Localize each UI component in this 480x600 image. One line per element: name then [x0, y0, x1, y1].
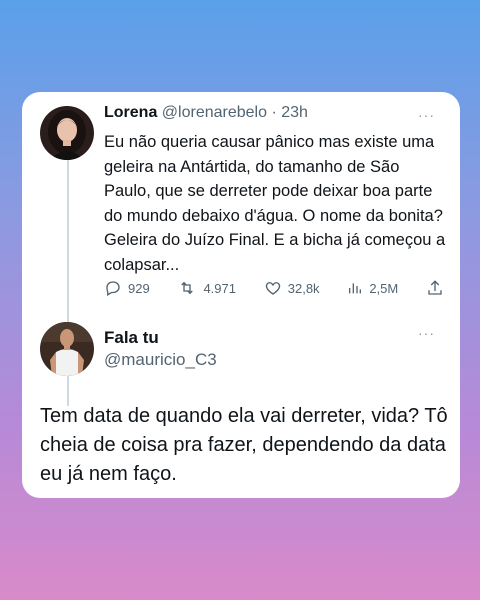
tweet-card: Lorena @lorenarebelo · 23h ··· Eu não qu…	[22, 92, 460, 498]
tweet-actions: 929 4.971 32,8k 2,5M	[104, 278, 444, 298]
heart-icon	[264, 279, 282, 297]
share-button[interactable]	[426, 279, 444, 297]
reply-icon	[104, 279, 122, 297]
display-name[interactable]: Lorena	[104, 104, 157, 121]
user-handle[interactable]: @lorenarebelo	[162, 104, 267, 121]
display-name-text: Fala tu	[104, 328, 159, 347]
avatar[interactable]	[40, 322, 94, 376]
tweet-text: Tem data de quando ela vai derreter, vid…	[40, 405, 448, 485]
like-button[interactable]: 32,8k	[264, 279, 320, 297]
separator: ·	[271, 104, 277, 121]
timestamp[interactable]: 23h	[281, 104, 308, 121]
reply-count: 929	[128, 280, 150, 296]
display-name[interactable]: Fala tu	[104, 328, 159, 348]
user-handle[interactable]: @mauricio_C3	[104, 350, 217, 370]
views-icon	[347, 280, 363, 296]
avatar[interactable]	[40, 106, 94, 160]
more-options-icon[interactable]: ···	[418, 326, 438, 340]
views-button[interactable]: 2,5M	[347, 280, 398, 296]
retweet-count: 4.971	[203, 280, 236, 296]
retweet-button[interactable]: 4.971	[177, 279, 236, 297]
like-count: 32,8k	[287, 280, 320, 296]
share-icon	[426, 279, 444, 297]
tweet-text: Eu não queria causar pânico mas existe u…	[104, 133, 446, 274]
view-count: 2,5M	[369, 280, 399, 296]
tweet-header: Lorena @lorenarebelo · 23h	[104, 104, 308, 122]
retweet-icon	[177, 279, 197, 297]
more-options-icon[interactable]: ···	[418, 108, 438, 122]
reply-button[interactable]: 929	[104, 279, 150, 297]
